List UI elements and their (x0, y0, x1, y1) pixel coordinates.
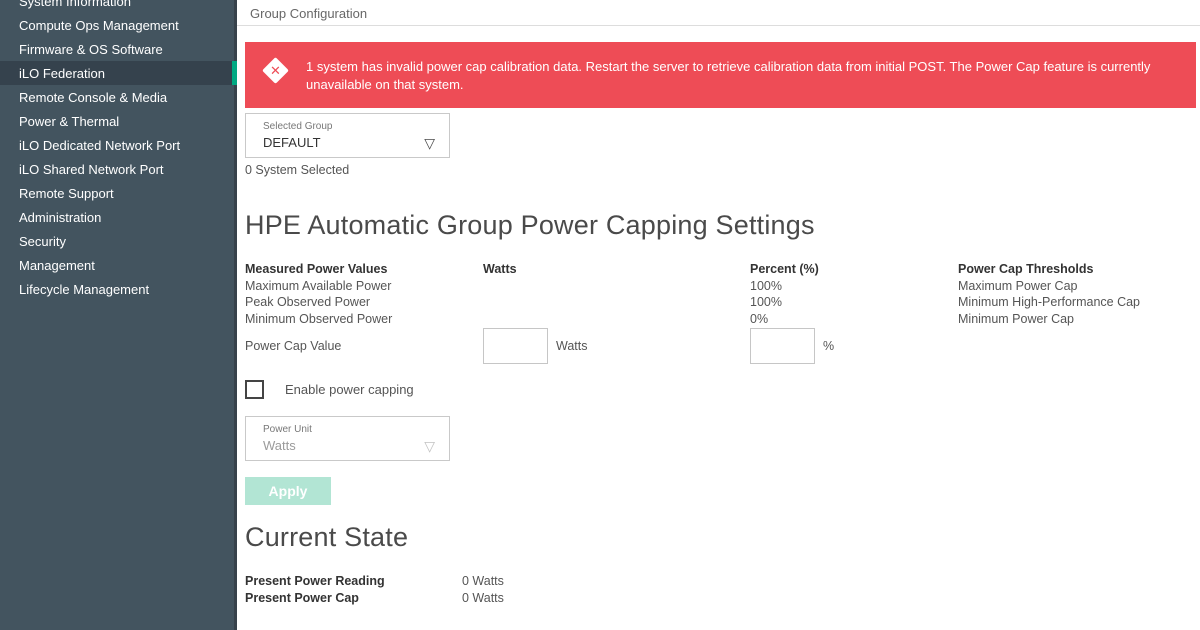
sidebar-item-label: Remote Support (19, 186, 114, 201)
sidebar-item-ilo-federation[interactable]: iLO Federation (0, 61, 237, 85)
sidebar-item-security[interactable]: Security (0, 229, 237, 253)
critical-alert-banner: ✕ 1 system has invalid power cap calibra… (245, 42, 1196, 108)
measured-power-table: Measured Power Values Watts Percent (%) … (245, 261, 1200, 327)
power-cap-value-row: Power Cap Value Watts % (245, 327, 1200, 365)
sidebar-item-label: System Information (19, 0, 131, 9)
col-header-thresholds: Power Cap Thresholds (958, 261, 1200, 278)
power-unit-label: Power Unit (263, 424, 449, 435)
power-cap-percent-input[interactable] (750, 328, 815, 364)
table-row: Peak Observed Power 100% Minimum High-Pe… (245, 294, 1200, 311)
current-state-table: Present Power Reading 0 Watts Present Po… (245, 573, 1200, 607)
sidebar-item-system-information[interactable]: System Information (0, 0, 237, 13)
threshold-label: Minimum High-Performance Cap (958, 294, 1200, 311)
percent-value: 100% (750, 294, 958, 311)
enable-power-capping-checkbox[interactable] (245, 380, 264, 399)
watts-value (483, 294, 750, 311)
watts-value (483, 311, 750, 328)
power-cap-watts-input[interactable] (483, 328, 548, 364)
sidebar-item-ilo-dedicated-network-port[interactable]: iLO Dedicated Network Port (0, 133, 237, 157)
present-power-cap-label: Present Power Cap (245, 590, 462, 607)
enable-power-capping-row: Enable power capping (245, 380, 1200, 399)
table-row: Maximum Available Power 100% Maximum Pow… (245, 278, 1200, 295)
sidebar-item-compute-ops-management[interactable]: Compute Ops Management (0, 13, 237, 37)
table-row: Present Power Reading 0 Watts (245, 573, 1200, 590)
page-title: Group Configuration (237, 0, 1200, 26)
measured-label: Peak Observed Power (245, 294, 483, 311)
selected-group-label: Selected Group (263, 121, 449, 132)
sidebar-item-label: Lifecycle Management (19, 282, 149, 297)
power-cap-value-label: Power Cap Value (245, 339, 483, 353)
sidebar-item-lifecycle-management[interactable]: Lifecycle Management (0, 277, 237, 301)
sidebar-item-firmware-os-software[interactable]: Firmware & OS Software (0, 37, 237, 61)
sidebar-item-ilo-shared-network-port[interactable]: iLO Shared Network Port (0, 157, 237, 181)
table-row: Minimum Observed Power 0% Minimum Power … (245, 311, 1200, 328)
chevron-down-icon: ▽ (424, 136, 435, 150)
sidebar-item-label: Firmware & OS Software (19, 42, 163, 57)
current-state-title: Current State (245, 521, 1200, 553)
enable-power-capping-label: Enable power capping (285, 382, 414, 397)
power-unit-value: Watts (263, 438, 449, 453)
measured-label: Minimum Observed Power (245, 311, 483, 328)
system-selected-status: 0 System Selected (245, 163, 1200, 177)
threshold-label: Minimum Power Cap (958, 311, 1200, 328)
power-capping-settings-title: HPE Automatic Group Power Capping Settin… (245, 209, 1200, 241)
present-power-reading-value: 0 Watts (462, 573, 1200, 590)
power-unit-dropdown[interactable]: Power Unit Watts ▽ (245, 416, 450, 461)
sidebar-item-label: iLO Dedicated Network Port (19, 138, 180, 153)
sidebar-item-administration[interactable]: Administration (0, 205, 237, 229)
apply-button[interactable]: Apply (245, 477, 331, 505)
sidebar-item-label: Administration (19, 210, 101, 225)
sidebar-item-label: Power & Thermal (19, 114, 119, 129)
sidebar-item-power-thermal[interactable]: Power & Thermal (0, 109, 237, 133)
watts-value (483, 278, 750, 295)
selected-group-value: DEFAULT (263, 135, 449, 150)
percent-unit-label: % (823, 339, 834, 353)
col-header-watts: Watts (483, 261, 750, 278)
sidebar-item-label: Compute Ops Management (19, 18, 179, 33)
selected-group-dropdown[interactable]: Selected Group DEFAULT ▽ (245, 113, 450, 158)
chevron-down-icon: ▽ (424, 439, 435, 453)
col-header-measured: Measured Power Values (245, 261, 483, 278)
sidebar-nav: System Information Compute Ops Managemen… (0, 0, 237, 630)
selected-indicator (232, 61, 237, 85)
table-header-row: Measured Power Values Watts Percent (%) … (245, 261, 1200, 278)
measured-label: Maximum Available Power (245, 278, 483, 295)
threshold-label: Maximum Power Cap (958, 278, 1200, 295)
sidebar-item-remote-console-media[interactable]: Remote Console & Media (0, 85, 237, 109)
watts-unit-label: Watts (556, 339, 587, 353)
sidebar-item-management[interactable]: Management (0, 253, 237, 277)
sidebar-item-label: Remote Console & Media (19, 90, 167, 105)
col-header-percent: Percent (%) (750, 261, 958, 278)
present-power-reading-label: Present Power Reading (245, 573, 462, 590)
percent-value: 100% (750, 278, 958, 295)
sidebar-item-remote-support[interactable]: Remote Support (0, 181, 237, 205)
sidebar-item-label: Security (19, 234, 66, 249)
sidebar-item-label: iLO Federation (19, 66, 105, 81)
sidebar-item-label: iLO Shared Network Port (19, 162, 164, 177)
alert-message: 1 system has invalid power cap calibrati… (306, 58, 1172, 94)
sidebar-item-label: Management (19, 258, 95, 273)
ilo-app-window: System Information Compute Ops Managemen… (0, 0, 1200, 630)
percent-value: 0% (750, 311, 958, 328)
present-power-cap-value: 0 Watts (462, 590, 1200, 607)
critical-diamond-x-icon: ✕ (262, 57, 290, 85)
main-content: Group Configuration ✕ 1 system has inval… (237, 0, 1200, 630)
table-row: Present Power Cap 0 Watts (245, 590, 1200, 607)
